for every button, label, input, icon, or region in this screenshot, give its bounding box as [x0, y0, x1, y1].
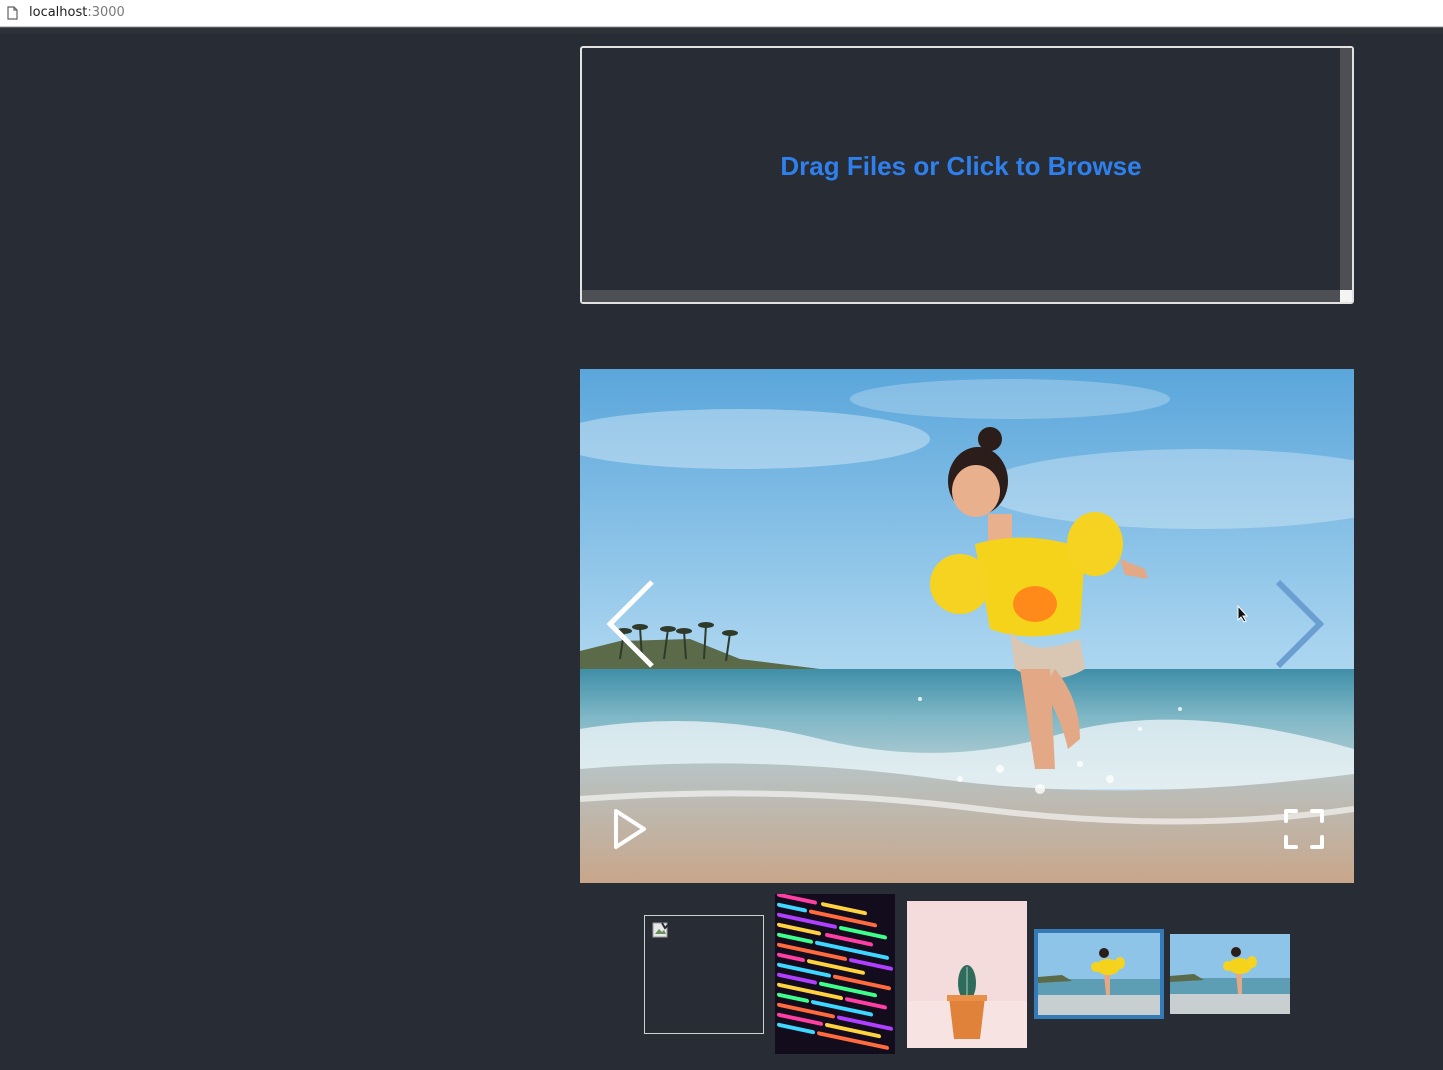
fullscreen-icon	[1284, 809, 1324, 849]
cactus-thumbnail-picture	[907, 901, 1027, 1048]
horizontal-scrollbar[interactable]	[582, 290, 1340, 302]
thumbnail-beach[interactable]	[1170, 934, 1290, 1014]
previous-slide-button[interactable]	[602, 574, 662, 674]
chevron-right-icon	[1275, 579, 1325, 669]
main-slide-image	[580, 369, 1354, 883]
url-port: :3000	[87, 5, 125, 20]
toolbar-divider	[0, 27, 1443, 34]
next-slide-button[interactable]	[1268, 574, 1328, 674]
play-slideshow-button[interactable]	[608, 805, 652, 853]
url-text[interactable]: localhost:3000	[29, 5, 125, 21]
dropzone-label: Drag Files or Click to Browse	[780, 151, 1142, 181]
beach-thumbnail-picture	[1170, 934, 1290, 1014]
play-icon	[614, 809, 646, 849]
thumbnail-cactus-image[interactable]	[907, 901, 1027, 1048]
fullscreen-button[interactable]	[1280, 805, 1328, 853]
browser-address-bar: localhost:3000	[0, 0, 1443, 27]
vertical-scrollbar[interactable]	[1340, 48, 1352, 292]
beach-thumbnail-picture	[1038, 933, 1160, 1015]
chevron-left-icon	[606, 580, 654, 668]
image-gallery	[580, 369, 1354, 883]
thumbnail-beach-active[interactable]	[1034, 929, 1164, 1019]
code-thumbnail-picture	[775, 894, 895, 1054]
thumbnail-code-image[interactable]	[775, 894, 895, 1054]
url-host: localhost	[29, 5, 88, 20]
page-icon	[7, 6, 18, 20]
scrollbar-corner	[1340, 290, 1352, 302]
thumbnail-broken-image[interactable]	[644, 915, 764, 1034]
file-dropzone[interactable]: Drag Files or Click to Browse	[580, 46, 1354, 304]
broken-image-icon	[652, 922, 669, 938]
mouse-cursor-icon	[1237, 605, 1249, 623]
